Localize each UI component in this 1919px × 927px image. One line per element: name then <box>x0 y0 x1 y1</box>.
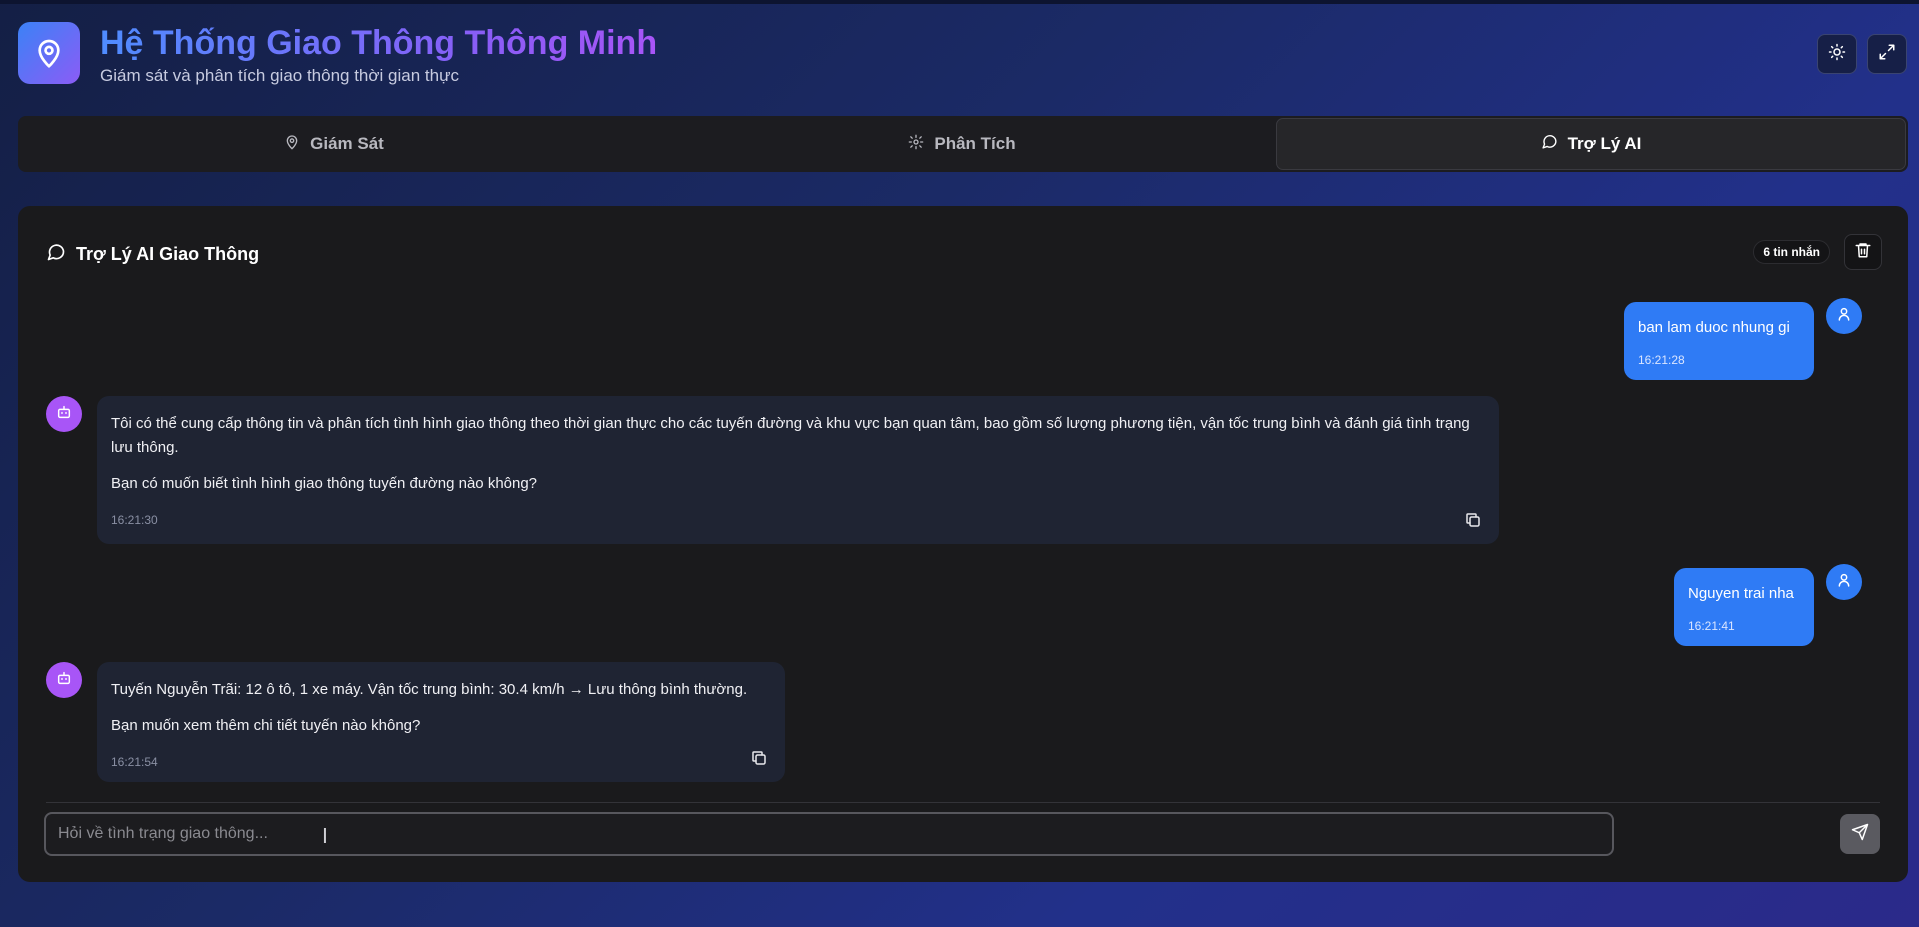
chat-panel: Trợ Lý AI Giao Thông 6 tin nhắn ban lam … <box>18 206 1908 882</box>
main-tabs: Giám Sát Phân Tích Trợ Lý AI <box>18 116 1908 172</box>
bot-message: Tôi có thể cung cấp thông tin và phân tí… <box>97 396 1499 544</box>
message-text: Tôi có thể cung cấp thông tin và phân tí… <box>111 415 1470 456</box>
message-time: 16:21:54 <box>111 755 158 769</box>
chat-bubble-icon <box>46 242 66 267</box>
window-top-edge <box>0 0 1919 4</box>
bot-message: Tuyến Nguyễn Trãi: 12 ô tô, 1 xe máy. Vậ… <box>97 662 785 782</box>
sun-icon <box>1828 43 1846 66</box>
bot-icon <box>56 404 72 425</box>
chat-bubble-icon <box>1541 133 1558 155</box>
clear-chat-button[interactable] <box>1844 234 1882 270</box>
expand-icon <box>1878 43 1896 66</box>
map-pin-icon <box>18 22 80 84</box>
map-pin-icon <box>284 134 300 155</box>
copy-icon[interactable] <box>749 748 769 768</box>
tab-label: Phân Tích <box>934 134 1016 153</box>
message-text: Bạn muốn xem thêm chi tiết tuyến nào khô… <box>111 717 421 734</box>
tab-tro-ly-ai[interactable]: Trợ Lý AI <box>1276 118 1906 170</box>
tab-giam-sat[interactable]: Giám Sát <box>20 118 648 170</box>
chat-title-text: Trợ Lý AI Giao Thông <box>76 244 260 264</box>
chat-input[interactable] <box>46 814 1612 854</box>
gear-icon <box>908 134 924 155</box>
tab-phan-tich[interactable]: Phân Tích <box>648 118 1276 170</box>
message-text: Tuyến Nguyễn Trãi: 12 ô tô, 1 xe máy. Vậ… <box>111 681 748 698</box>
message-time: 16:21:41 <box>1688 619 1735 633</box>
user-icon <box>1836 572 1852 593</box>
send-button[interactable] <box>1840 814 1880 854</box>
message-text: ban lam duoc nhung gi <box>1638 319 1790 336</box>
chat-input-container: I <box>44 812 1614 856</box>
tab-label: Giám Sát <box>310 134 384 153</box>
send-icon <box>1851 823 1869 846</box>
input-divider <box>46 802 1880 803</box>
copy-icon[interactable] <box>1463 510 1483 530</box>
message-time: 16:21:28 <box>1638 353 1685 367</box>
app-title: Hệ Thống Giao Thông Thông Minh <box>100 24 658 62</box>
app-subtitle: Giám sát và phân tích giao thông thời gi… <box>100 66 459 85</box>
chat-panel-title: Trợ Lý AI Giao Thông <box>46 242 259 267</box>
user-avatar <box>1826 564 1862 600</box>
theme-toggle-button[interactable] <box>1817 34 1857 74</box>
bot-avatar <box>46 396 82 432</box>
user-message: Nguyen trai nha 16:21:41 <box>1674 568 1814 646</box>
tab-label: Trợ Lý AI <box>1567 134 1642 153</box>
user-message: ban lam duoc nhung gi 16:21:28 <box>1624 302 1814 380</box>
user-avatar <box>1826 298 1862 334</box>
message-time: 16:21:30 <box>111 513 158 527</box>
app-header: Hệ Thống Giao Thông Thông Minh Giám sát … <box>18 22 1907 88</box>
text-cursor-icon: I <box>322 824 328 848</box>
message-count-badge: 6 tin nhắn <box>1753 240 1830 264</box>
message-text: Nguyen trai nha <box>1688 585 1794 602</box>
user-icon <box>1836 306 1852 327</box>
bot-icon <box>56 670 72 691</box>
message-text: Bạn có muốn biết tình hình giao thông tu… <box>111 475 538 492</box>
fullscreen-button[interactable] <box>1867 34 1907 74</box>
bot-avatar <box>46 662 82 698</box>
trash-icon <box>1854 241 1872 264</box>
